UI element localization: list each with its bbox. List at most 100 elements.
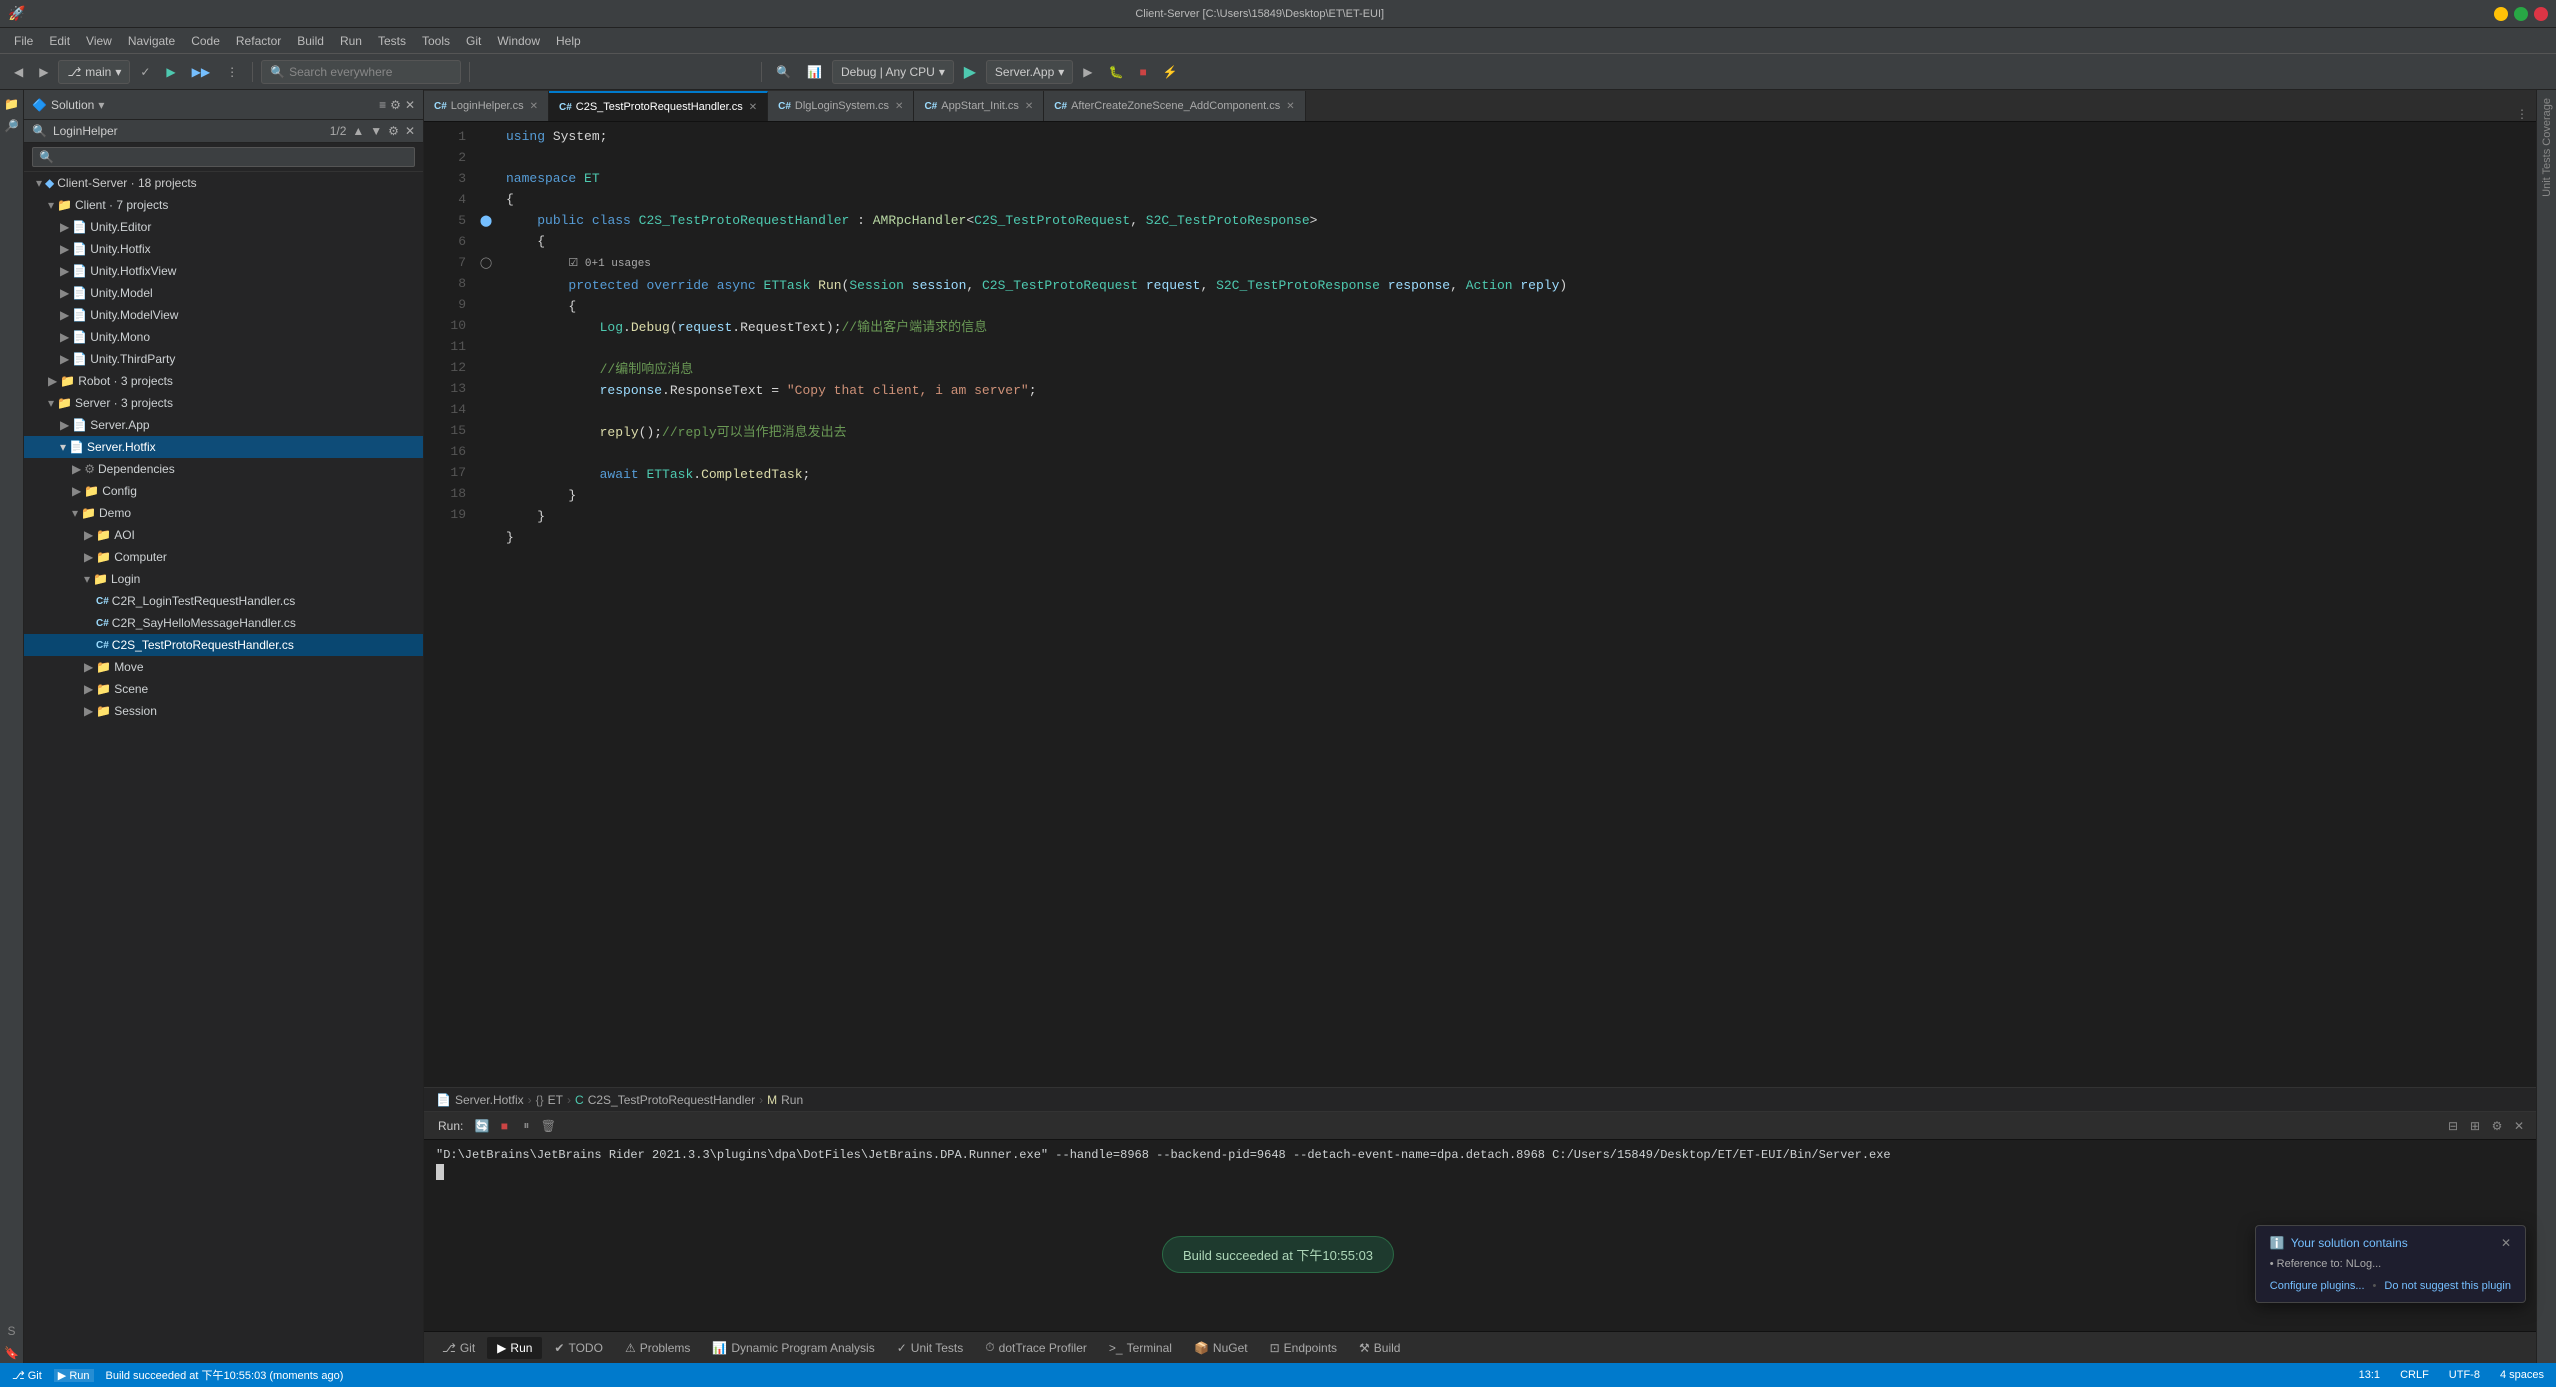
menu-file[interactable]: File [6, 32, 41, 50]
tree-server-app[interactable]: ▶ 📄 Server.App [24, 414, 423, 436]
menu-edit[interactable]: Edit [41, 32, 78, 50]
run-config-btn[interactable]: ▶ [1077, 60, 1098, 84]
bottom-tab-endpoints[interactable]: ⊡ Endpoints [1260, 1337, 1347, 1359]
forward-button[interactable]: ▶ [33, 60, 54, 84]
menu-help[interactable]: Help [548, 32, 589, 50]
tab-c2s-test[interactable]: C# C2S_TestProtoRequestHandler.cs ✕ [549, 91, 768, 121]
bottom-tab-build[interactable]: ⚒ Build [1349, 1337, 1410, 1359]
back-button[interactable]: ◀ [8, 60, 29, 84]
menu-navigate[interactable]: Navigate [120, 32, 183, 50]
code-content[interactable]: using System; namespace ET { public clas… [498, 122, 2536, 1087]
run-play-btn[interactable]: ▶ [958, 60, 982, 84]
tree-robot[interactable]: ▶ 📁 Robot · 3 projects [24, 370, 423, 392]
menu-window[interactable]: Window [489, 32, 548, 50]
inspect-btn[interactable]: 🔍 [770, 60, 797, 84]
tree-unity-hotfixview[interactable]: ▶ 📄 Unity.HotfixView [24, 260, 423, 282]
profile-selector[interactable]: Server.App ▾ [986, 60, 1073, 84]
tree-dependencies[interactable]: ▶ ⚙ Dependencies [24, 458, 423, 480]
profile-btn[interactable]: 📊 [801, 60, 828, 84]
tab-appstart[interactable]: C# AppStart_Init.cs ✕ [914, 91, 1044, 121]
tab-close-dlg[interactable]: ✕ [895, 101, 903, 112]
tree-demo[interactable]: ▾ 📁 Demo [24, 502, 423, 524]
notif-configure-btn[interactable]: Configure plugins... [2270, 1280, 2365, 1292]
bottom-tab-run[interactable]: ▶ Run [487, 1337, 542, 1359]
menu-refactor[interactable]: Refactor [228, 32, 289, 50]
code-area[interactable]: 1 2 3 4 5 6 7 8 9 10 11 12 13 14 15 16 1 [424, 122, 2536, 1087]
breadcrumb-method[interactable]: Run [781, 1093, 803, 1107]
search-box[interactable]: 🔍 Search everywhere [261, 60, 461, 84]
split-horiz-btn[interactable]: ⊞ [2466, 1117, 2484, 1135]
bottom-tab-nuget[interactable]: 📦 NuGet [1184, 1337, 1258, 1359]
notif-close-btn[interactable]: ✕ [2501, 1236, 2511, 1250]
menu-view[interactable]: View [78, 32, 120, 50]
tree-login[interactable]: ▾ 📁 Login [24, 568, 423, 590]
status-run[interactable]: ▶ Run [54, 1369, 94, 1382]
tree-c2s-test[interactable]: C# C2S_TestProtoRequestHandler.cs [24, 634, 423, 656]
options-icon[interactable]: ⚙ [388, 124, 399, 138]
tree-unity-modelview[interactable]: ▶ 📄 Unity.ModelView [24, 304, 423, 326]
run-pause-btn[interactable]: ⏸ [517, 1117, 535, 1135]
menu-build[interactable]: Build [289, 32, 332, 50]
status-git[interactable]: ⎇ Git [8, 1369, 46, 1382]
menu-run[interactable]: Run [332, 32, 370, 50]
split-vert-btn[interactable]: ⊟ [2444, 1117, 2462, 1135]
menu-tests[interactable]: Tests [370, 32, 414, 50]
tab-dlglogin[interactable]: C# DlgLoginSystem.cs ✕ [768, 91, 914, 121]
close-find-icon[interactable]: ✕ [405, 124, 415, 138]
gutter-run-icon-7[interactable]: ◯ [480, 256, 492, 269]
bottom-tab-unit[interactable]: ✓ Unit Tests [887, 1337, 974, 1359]
debug-selector[interactable]: Debug | Any CPU ▾ [832, 60, 954, 84]
build-btn-1[interactable]: ✓ [134, 60, 156, 84]
debug-btn[interactable]: 🐛 [1103, 60, 1130, 84]
tab-close-c2s[interactable]: ✕ [749, 102, 757, 113]
status-line-col[interactable]: 13:1 [2355, 1369, 2384, 1381]
bookmarks-icon[interactable]: 🔖 [2, 1343, 22, 1363]
close-bottom-btn[interactable]: ✕ [2510, 1117, 2528, 1135]
prev-icon[interactable]: ▲ [352, 124, 364, 138]
maximize-button[interactable] [2514, 7, 2528, 21]
bottom-tab-todo[interactable]: ✔ TODO [544, 1337, 613, 1359]
tab-close-app[interactable]: ✕ [1025, 101, 1033, 112]
tree-client[interactable]: ▾ 📁 Client · 7 projects [24, 194, 423, 216]
tree-aoi[interactable]: ▶ 📁 AOI [24, 524, 423, 546]
tab-loginhelper[interactable]: C# LoginHelper.cs ✕ [424, 91, 549, 121]
breadcrumb-class[interactable]: C2S_TestProtoRequestHandler [588, 1093, 755, 1107]
extra-1[interactable]: ⚡ [1157, 60, 1184, 84]
tab-aftercreate[interactable]: C# AfterCreateZoneScene_AddComponent.cs … [1044, 91, 1305, 121]
menu-git[interactable]: Git [458, 32, 489, 50]
status-crlf[interactable]: CRLF [2396, 1369, 2433, 1381]
close-button[interactable] [2534, 7, 2548, 21]
bottom-tab-dpa[interactable]: 📊 Dynamic Program Analysis [702, 1337, 884, 1359]
tree-scene[interactable]: ▶ 📁 Scene [24, 678, 423, 700]
solution-dropdown-icon[interactable]: ▾ [98, 98, 104, 112]
run-restart-btn[interactable]: 🔄 [473, 1117, 491, 1135]
tree-unity-thirdparty[interactable]: ▶ 📄 Unity.ThirdParty [24, 348, 423, 370]
more-btn[interactable]: ⋮ [220, 60, 244, 84]
tree-search-input[interactable] [32, 147, 415, 167]
menu-code[interactable]: Code [183, 32, 228, 50]
notif-dismiss-btn[interactable]: Do not suggest this plugin [2384, 1280, 2511, 1292]
tab-close-loginhelper[interactable]: ✕ [530, 101, 538, 112]
run-stop-btn[interactable]: ■ [495, 1117, 513, 1135]
breadcrumb-ns[interactable]: ET [548, 1093, 563, 1107]
settings-icon[interactable]: ⚙ [390, 98, 401, 112]
explorer-icon[interactable]: 📁 [2, 94, 22, 114]
breadcrumb-file[interactable]: Server.Hotfix [455, 1093, 524, 1107]
find-icon[interactable]: 🔎 [2, 116, 22, 136]
gutter-run-icon-5[interactable]: ⬤ [480, 214, 492, 227]
tree-solution[interactable]: ▾ ◆ Client-Server · 18 projects [24, 172, 423, 194]
tab-close-after[interactable]: ✕ [1286, 101, 1294, 112]
tree-move[interactable]: ▶ 📁 Move [24, 656, 423, 678]
tree-computer[interactable]: ▶ 📁 Computer [24, 546, 423, 568]
tree-c2r-login[interactable]: C# C2R_LoginTestRequestHandler.cs [24, 590, 423, 612]
minimize-button[interactable] [2494, 7, 2508, 21]
status-build[interactable]: Build succeeded at 下午10:55:03 (moments a… [102, 1367, 348, 1383]
status-indent[interactable]: 4 spaces [2496, 1369, 2548, 1381]
branch-selector[interactable]: ⎇ main ▾ [58, 60, 130, 84]
collapse-icon[interactable]: ≡ [379, 98, 386, 112]
settings-bottom-btn[interactable]: ⚙ [2488, 1117, 2506, 1135]
structure-icon[interactable]: S [2, 1321, 22, 1341]
tree-unity-hotfix[interactable]: ▶ 📄 Unity.Hotfix [24, 238, 423, 260]
bottom-tab-terminal[interactable]: >_ Terminal [1099, 1337, 1182, 1359]
tree-unity-mono[interactable]: ▶ 📄 Unity.Mono [24, 326, 423, 348]
